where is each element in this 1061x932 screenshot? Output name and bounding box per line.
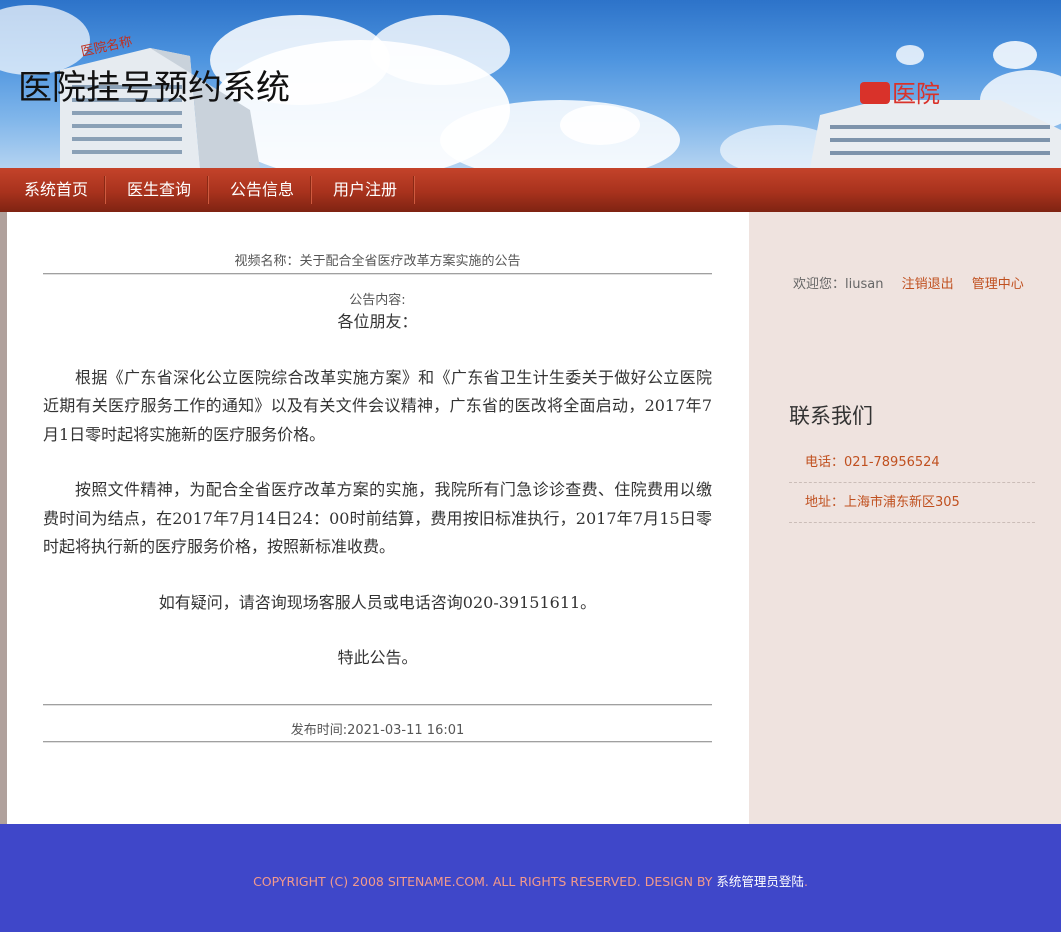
admin-center-link[interactable]: 管理中心 bbox=[972, 277, 1024, 292]
divider-top bbox=[43, 273, 712, 275]
copyright-text: COPYRIGHT (C) 2008 SITENAME.COM. ALL RIG… bbox=[0, 871, 1061, 890]
video-name-label: 视频名称： bbox=[234, 254, 300, 269]
copyright-statement: COPYRIGHT (C) 2008 SITENAME.COM. ALL RIG… bbox=[253, 874, 717, 889]
main-content: 视频名称：关于配合全省医疗改革方案实施的公告 公告内容: 各位朋友： 根据《广东… bbox=[7, 212, 749, 824]
publish-time-label: 发布时间: bbox=[290, 723, 348, 738]
notice-paragraph-3: 如有疑问，请咨询现场客服人员或电话咨询020-39151611。 bbox=[158, 592, 597, 612]
publish-time-value: 2021-03-11 16:01 bbox=[347, 723, 465, 738]
nav-item-register[interactable]: 用户注册 bbox=[311, 176, 415, 204]
notice-body: 各位朋友： 根据《广东省深化公立医院综合改革实施方案》和《广东省卫生计生委关于做… bbox=[43, 308, 712, 673]
contact-phone: 电话：021-78956524 bbox=[789, 443, 1035, 483]
contact-address: 地址：上海市浦东新区305 bbox=[789, 483, 1035, 523]
notice-content-label: 公告内容: bbox=[349, 293, 406, 308]
logout-link[interactable]: 注销退出 bbox=[902, 277, 954, 292]
article-title: 视频名称：关于配合全省医疗改革方案实施的公告 bbox=[43, 250, 712, 269]
divider-bottom bbox=[43, 741, 712, 743]
main-nav: 系统首页 医生查询 公告信息 用户注册 bbox=[0, 168, 1061, 212]
header-banner: 医院名称 医院 医院挂号预约系统 bbox=[0, 0, 1061, 168]
notice-paragraph-1: 根据《广东省深化公立医院综合改革实施方案》和《广东省卫生计生委关于做好公立医院近… bbox=[43, 367, 712, 444]
left-border bbox=[0, 212, 7, 824]
publish-time: 发布时间:2021-03-11 16:01 bbox=[43, 719, 712, 738]
notice-paragraph-2: 按照文件精神，为配合全省医疗改革方案的实施，我院所有门急诊诊查费、住院费用以缴费… bbox=[43, 480, 712, 556]
hospital-sign-right: 医院 bbox=[892, 80, 940, 108]
username: liusan bbox=[845, 277, 884, 292]
nav-item-home[interactable]: 系统首页 bbox=[0, 176, 106, 204]
site-title: 医院挂号预约系统 bbox=[18, 68, 290, 108]
copyright-trailing: . bbox=[803, 874, 808, 889]
nav-item-doctor-search[interactable]: 医生查询 bbox=[105, 176, 209, 204]
notice-closing: 特此公告。 bbox=[337, 648, 418, 667]
footer: COPYRIGHT (C) 2008 SITENAME.COM. ALL RIG… bbox=[0, 824, 1061, 932]
welcome-label: 欢迎您： bbox=[793, 277, 846, 292]
welcome-bar: 欢迎您：liusan 注销退出 管理中心 bbox=[793, 273, 1024, 292]
sidebar: 欢迎您：liusan 注销退出 管理中心 联系我们 电话：021-7895652… bbox=[749, 212, 1061, 824]
nav-item-announcements[interactable]: 公告信息 bbox=[208, 176, 312, 204]
admin-login-link[interactable]: 系统管理员登陆 bbox=[716, 874, 804, 889]
contact-title: 联系我们 bbox=[789, 404, 873, 428]
divider-middle bbox=[43, 704, 712, 706]
notice-greeting: 各位朋友： bbox=[337, 312, 418, 331]
video-name-value: 关于配合全省医疗改革方案实施的公告 bbox=[299, 254, 521, 269]
